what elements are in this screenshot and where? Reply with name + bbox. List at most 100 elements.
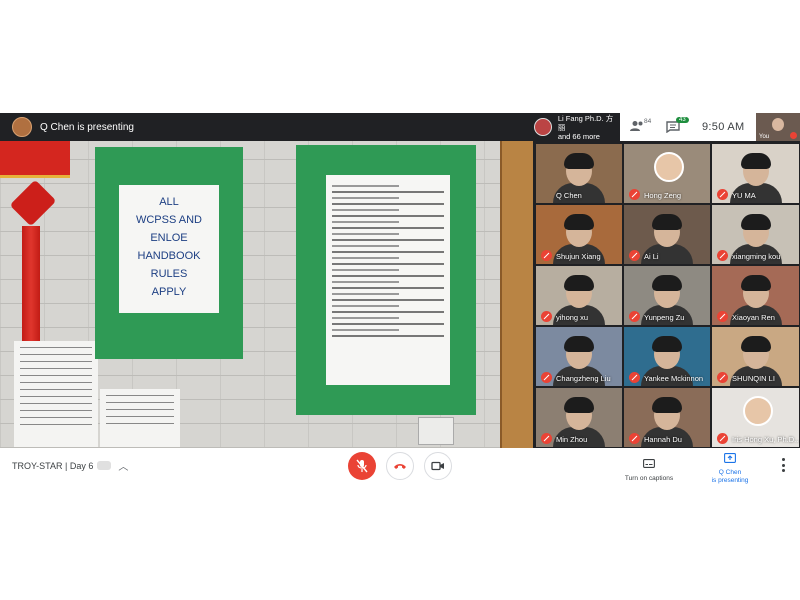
presenter-avatar [12,117,32,137]
microphone-off-icon [541,433,552,444]
participant-name: Yunpeng Zu [644,313,685,322]
camera-toggle-button[interactable] [424,452,452,480]
participant-name: Iris Hong Xu, Ph.D... [732,435,800,444]
posted-table [14,341,98,447]
participant-name: yihong xu [556,313,589,322]
participant-name: Q Chen [556,191,582,200]
shared-screen: ALL WCPSS AND ENLOE HANDBOOK RULES APPLY [0,141,533,448]
participant-hair [564,153,594,169]
participant-grid: Q Chen Hong Zeng YU MA Shujun Xiang Ai Li xia… [535,143,800,448]
self-view-tile[interactable]: You [756,113,800,141]
host-name: Li Fang Ph.D. 方丽 [557,113,614,132]
microphone-off-icon [717,250,728,261]
captions-button[interactable]: Turn on captions [614,455,684,482]
microphone-toggle-button[interactable] [348,452,376,480]
microphone-off-icon [629,250,640,261]
participant-name: SHUNQIN LI [732,374,775,383]
presenting-button[interactable]: Q Chen is presenting [700,450,760,485]
participant-hair [652,275,682,291]
microphone-off-icon [629,372,640,383]
participant-tile[interactable]: SHUNQIN LI [711,326,800,387]
participant-name: Changzheng Liu [556,374,611,383]
participant-tile[interactable]: Ai Li [623,204,711,265]
microphone-off-icon [541,311,552,322]
people-count: 84 [644,118,652,125]
participant-hair [564,397,594,413]
participant-tile[interactable]: Yunpeng Zu [623,265,711,326]
sign-line: RULES [150,268,188,280]
microphone-off-icon [629,189,640,200]
host-more: and 66 more [557,131,600,141]
host-avatar [534,118,552,136]
participant-hair [564,336,594,352]
microphone-off-icon [541,372,552,383]
microphone-off-icon [629,433,640,444]
participant-tile[interactable]: Hong Zeng [623,143,711,204]
sign-line: APPLY [151,286,187,298]
presenting-label-name: Q Chen [718,469,742,476]
classroom-rules-sheet [326,175,450,385]
chat-button[interactable]: 43 [666,117,689,137]
microphone-off-icon [717,189,728,200]
participant-tile[interactable]: Yankee Mckinnon [623,326,711,387]
chevron-up-icon: ︿ [118,462,129,473]
participant-tile[interactable]: Hannah Du [623,387,711,448]
participant-name: Hong Zeng [644,191,682,200]
details-icon [97,461,112,470]
sign-line: ENLOE [150,232,188,244]
people-button[interactable]: 84 [630,117,652,137]
sign-line: WCPSS AND [135,214,202,226]
participant-name: xiangming kou [732,252,781,261]
participant-tile[interactable]: Min Zhou [535,387,623,448]
participant-name: Ai Li [644,252,659,261]
microphone-off-icon [717,311,728,322]
participant-tile[interactable]: Q Chen [535,143,623,204]
participant-tile[interactable]: xiangming kou [711,204,800,265]
self-face [772,118,784,131]
meeting-name: TROY-STAR | Day 6 [12,460,94,471]
captions-icon [643,459,655,468]
participant-name: Hannah Du [644,435,682,444]
microphone-off-icon [629,311,640,322]
participant-hair [740,153,771,169]
participant-tile[interactable]: yihong xu [535,265,623,326]
participant-hair [740,275,771,291]
more-options-button[interactable] [778,458,788,472]
participant-tile[interactable]: Shujun Xiang [535,204,623,265]
call-end-icon [394,464,406,469]
participant-tile[interactable]: Iris Hong Xu, Ph.D... [711,387,800,448]
host-chip[interactable]: Li Fang Ph.D. 方丽 and 66 more [530,113,620,141]
people-icon [630,121,643,131]
participant-name: Min Zhou [556,435,588,444]
participant-tile[interactable]: Changzheng Liu [535,326,623,387]
presenting-label-status: is presenting [711,477,749,484]
meeting-details[interactable]: TROY-STAR | Day 6 ︿ [12,458,129,474]
captions-label: Turn on captions [624,475,674,482]
top-right-toolbar: 84 43 9:50 AM You [620,113,800,141]
participant-hair [652,397,682,413]
presenter-banner: Q Chen is presenting [0,113,530,141]
chat-badge: 43 [676,117,689,123]
wall-outlet [418,417,454,445]
chinese-knot [9,179,57,227]
participant-hair [652,214,682,230]
self-label: You [759,134,770,140]
presenting-text: Q Chen is presenting [40,121,134,133]
microphone-off-icon [541,250,552,261]
participant-name: Xiaoyan Ren [732,313,775,322]
participant-tile[interactable]: YU MA [711,143,800,204]
meeting-stage: Q Chen is presenting Li Fang Ph.D. 方丽 an… [0,113,800,448]
leave-call-button[interactable] [386,452,414,480]
participant-name: YU MA [732,191,756,200]
participant-tile[interactable]: Xiaoyan Ren [711,265,800,326]
microphone-off-icon [717,372,728,383]
participant-name: Shujun Xiang [556,252,601,261]
more-vert-icon [781,458,785,461]
participant-avatar [654,152,684,182]
door [500,141,533,448]
participant-name: Yankee Mckinnon [644,374,704,383]
participant-hair [740,214,771,230]
sign-line: ALL [159,196,179,208]
present-icon [724,453,736,463]
clock: 9:50 AM [702,121,745,133]
